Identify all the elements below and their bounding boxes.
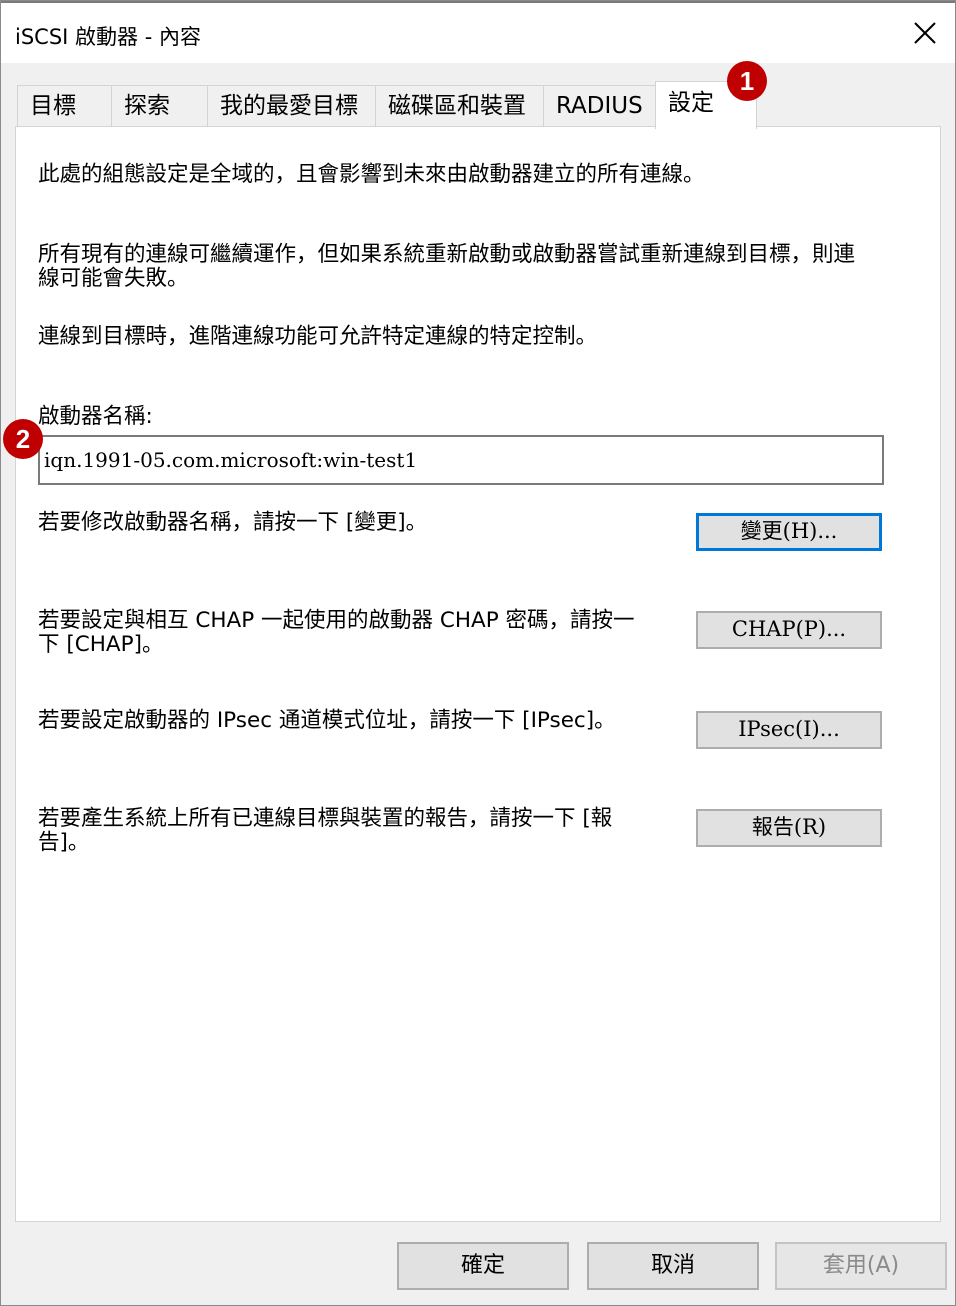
intro-text-existing: 所有現有的連線可繼續運作，但如果系統重新啟動或啟動器嘗試重新連線到目標，則連線可… (38, 242, 856, 291)
change-button[interactable]: 變更(H)... (696, 513, 882, 551)
ok-button[interactable]: 確定 (397, 1242, 569, 1290)
tab-radius[interactable]: RADIUS (543, 85, 657, 127)
iscsi-properties-dialog: iSCSI 啟動器 - 內容 目標 探索 我的最愛目標 磁碟區和裝置 RADIU… (0, 0, 956, 1306)
configuration-panel: 此處的組態設定是全域的，且會影響到未來由啟動器建立的所有連線。 所有現有的連線可… (15, 126, 941, 1222)
tab-targets[interactable]: 目標 (17, 85, 113, 127)
close-icon (914, 22, 936, 44)
chap-description: 若要設定與相互 CHAP 一起使用的啟動器 CHAP 密碼，請按一下 [CHAP… (38, 608, 635, 657)
tab-volumes-devices[interactable]: 磁碟區和裝置 (375, 85, 545, 127)
apply-button[interactable]: 套用(A) (775, 1242, 947, 1290)
ipsec-button[interactable]: IPsec(I)... (696, 711, 882, 749)
report-button[interactable]: 報告(R) (696, 809, 882, 847)
tab-strip: 目標 探索 我的最愛目標 磁碟區和裝置 RADIUS 設定 (17, 81, 937, 129)
change-description: 若要修改啟動器名稱，請按一下 [變更]。 (38, 510, 428, 535)
intro-text-advanced: 連線到目標時，進階連線功能可允許特定連線的特定控制。 (38, 324, 598, 349)
tab-discovery[interactable]: 探索 (111, 85, 209, 127)
title-bar: iSCSI 啟動器 - 內容 (1, 1, 955, 63)
intro-text-global: 此處的組態設定是全域的，且會影響到未來由啟動器建立的所有連線。 (38, 162, 705, 187)
report-description: 若要產生系統上所有已連線目標與裝置的報告，請按一下 [報告]。 (38, 806, 613, 855)
initiator-name-label: 啟動器名稱: (38, 404, 153, 429)
close-button[interactable] (895, 3, 955, 63)
ipsec-description: 若要設定啟動器的 IPsec 通道模式位址，請按一下 [IPsec]。 (38, 708, 616, 733)
initiator-name-field[interactable] (38, 435, 884, 485)
callout-marker-2: 2 (3, 419, 43, 459)
callout-marker-1: 1 (727, 61, 767, 101)
window-title: iSCSI 啟動器 - 內容 (15, 25, 201, 49)
chap-button[interactable]: CHAP(P)... (696, 611, 882, 649)
tab-favorite-targets[interactable]: 我的最愛目標 (207, 85, 377, 127)
cancel-button[interactable]: 取消 (587, 1242, 759, 1290)
